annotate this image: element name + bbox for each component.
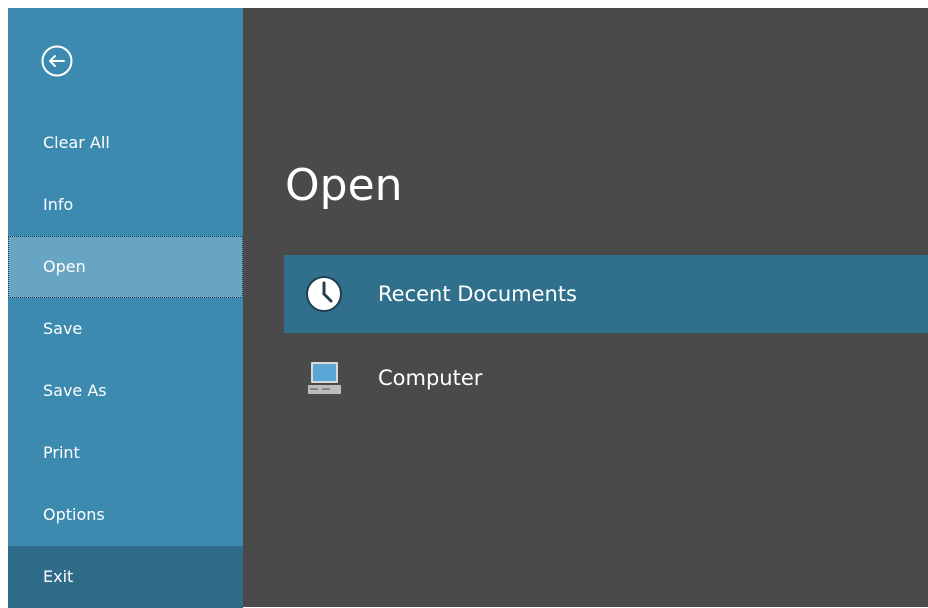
computer-label: Computer (378, 366, 483, 390)
menu-item-open[interactable]: Open (8, 236, 243, 298)
page-title: Open (285, 160, 403, 211)
back-arrow-circle-icon (41, 45, 73, 77)
menu-item-save[interactable]: Save (8, 298, 243, 360)
computer-item[interactable]: Computer (284, 338, 928, 418)
open-panel: Open Recent Documents Computer (243, 8, 928, 607)
menu-item-print[interactable]: Print (8, 422, 243, 484)
menu-item-options[interactable]: Options (8, 484, 243, 546)
clock-icon (304, 274, 344, 314)
menu-item-info[interactable]: Info (8, 174, 243, 236)
back-button[interactable] (41, 45, 73, 77)
backstage-menu: Clear All Info Open Save Save As Print O… (8, 112, 243, 608)
backstage-sidebar: Clear All Info Open Save Save As Print O… (8, 8, 243, 608)
recent-documents-label: Recent Documents (378, 282, 577, 306)
menu-item-clear-all[interactable]: Clear All (8, 112, 243, 174)
menu-item-save-as[interactable]: Save As (8, 360, 243, 422)
menu-item-exit[interactable]: Exit (8, 546, 243, 608)
recent-documents-item[interactable]: Recent Documents (284, 255, 928, 333)
computer-icon (304, 358, 344, 398)
backstage-view: Clear All Info Open Save Save As Print O… (8, 8, 928, 608)
